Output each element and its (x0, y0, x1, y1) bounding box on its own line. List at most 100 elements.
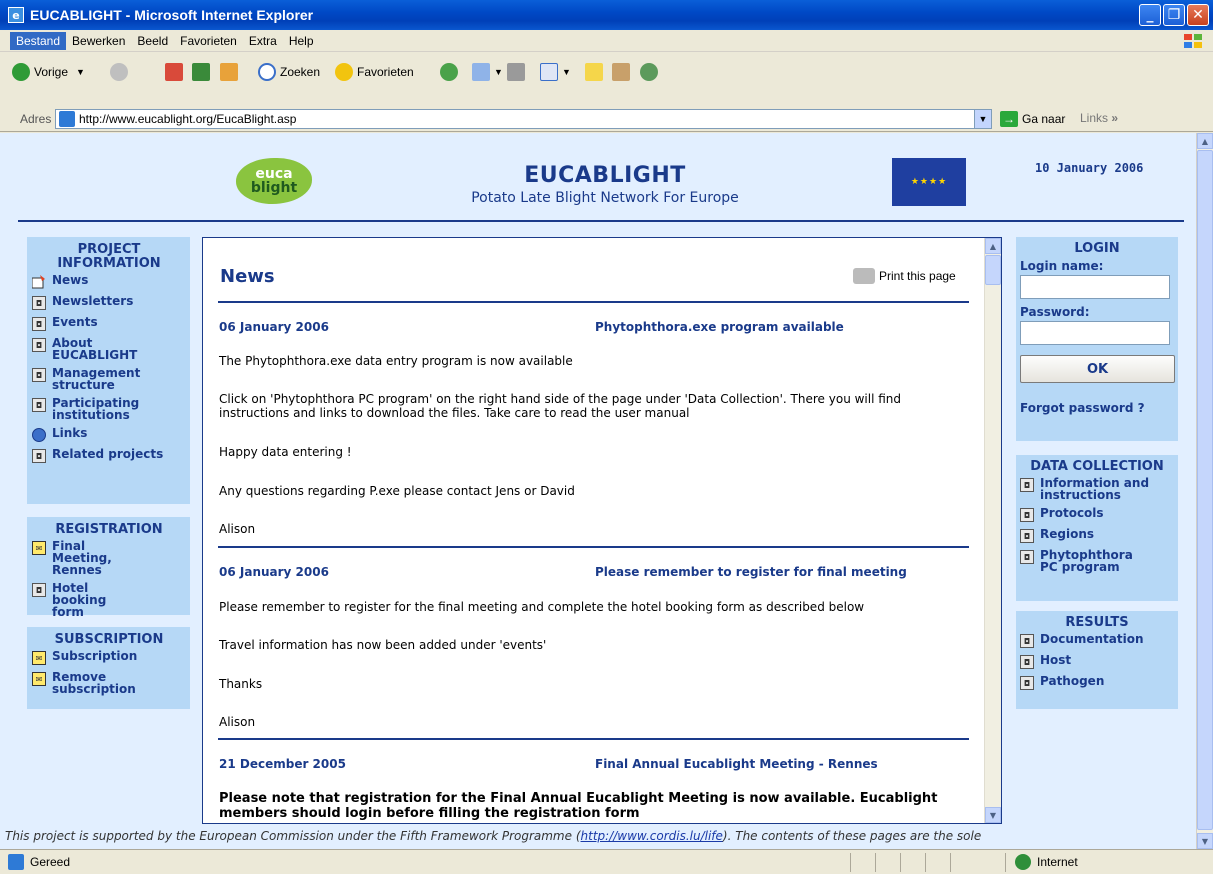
notes-icon (585, 63, 603, 81)
scroll-down-icon[interactable]: ▼ (985, 807, 1001, 823)
printer-icon (853, 268, 875, 284)
nav-links[interactable]: Links (32, 427, 186, 442)
envelope-icon: ✉ (32, 541, 46, 555)
nav-documentation[interactable]: ◘ Documentation (1020, 633, 1174, 648)
minimize-button[interactable]: _ (1139, 4, 1161, 26)
login-panel: LOGIN Login name: Password: OK Forgot pa… (1016, 237, 1178, 441)
back-arrow-icon (12, 63, 30, 81)
nav-subscription[interactable]: ✉ Subscription (32, 650, 186, 665)
nav-participating-institutions[interactable]: ◘ Participating institutions (32, 397, 186, 421)
nav-management-structure[interactable]: ◘ Management structure (32, 367, 186, 391)
page-scrollbar[interactable]: ▲ ▼ (1196, 133, 1213, 849)
menu-beeld[interactable]: Beeld (131, 32, 174, 50)
document-icon: ◘ (32, 338, 46, 352)
panel-title: LOGIN (1074, 241, 1120, 256)
nav-hotel-booking[interactable]: ◘ Hotel booking form (32, 582, 186, 618)
window-title: EUCABLIGHT - Microsoft Internet Explorer (30, 7, 314, 23)
nav-protocols[interactable]: ◘ Protocols (1020, 507, 1174, 522)
web-page: euca blight EUCABLIGHT Potato Late Bligh… (0, 133, 1196, 849)
print-toolbar-button[interactable] (507, 63, 529, 81)
links-toolbar[interactable]: Links » (1080, 111, 1118, 125)
close-button[interactable]: ✕ (1187, 4, 1209, 26)
panel-title: RESULTS (1065, 615, 1129, 630)
mail-button[interactable]: ▼ (472, 63, 503, 81)
forgot-password-link[interactable]: Forgot password ? (1020, 401, 1174, 415)
forward-button[interactable] (110, 63, 132, 81)
password-input[interactable] (1020, 321, 1170, 345)
print-page-link[interactable]: Print this page (853, 268, 956, 284)
panel-title: DATA COLLECTION (1030, 459, 1164, 474)
address-input[interactable]: http://www.eucablight.org/EucaBlight.asp… (55, 109, 992, 129)
envelope-icon: ✉ (32, 672, 46, 686)
forward-arrow-icon (110, 63, 128, 81)
nav-phytophthora-program[interactable]: ◘ Phytophthora PC program (1020, 549, 1174, 573)
news-paragraph: Alison (219, 522, 256, 536)
menu-bar: Bestand Bewerken Beeld Favorieten Extra … (0, 30, 1213, 52)
scroll-down-icon[interactable]: ▼ (1197, 833, 1213, 849)
nav-events[interactable]: ◘ Events (32, 316, 186, 331)
back-button[interactable]: Vorige ▼ (12, 63, 85, 81)
menu-favorieten[interactable]: Favorieten (174, 32, 243, 50)
menu-bewerken[interactable]: Bewerken (66, 32, 131, 50)
ok-button[interactable]: OK (1020, 355, 1175, 383)
refresh-button[interactable] (192, 63, 214, 81)
nav-news[interactable]: News (32, 274, 186, 289)
menu-help[interactable]: Help (283, 32, 320, 50)
eucablight-logo[interactable]: euca blight (236, 158, 312, 204)
window-title-bar: e EUCABLIGHT - Microsoft Internet Explor… (0, 0, 1213, 30)
scroll-up-icon[interactable]: ▲ (985, 238, 1001, 254)
scroll-thumb[interactable] (985, 255, 1001, 285)
news-paragraph: Please remember to register for the fina… (219, 600, 865, 614)
edit-button[interactable]: ▼ (540, 63, 571, 81)
favorites-button[interactable]: Favorieten (335, 63, 414, 81)
subscription-panel: SUBSCRIPTION ✉ Subscription ✉ Remove sub… (27, 627, 190, 709)
notes-button[interactable] (585, 63, 607, 81)
news-icon (32, 275, 46, 289)
news-content-frame[interactable]: News Print this page 06 January 2006 Phy… (202, 237, 1002, 824)
news-title: Please remember to register for final me… (595, 565, 907, 579)
menu-bestand[interactable]: Bestand (10, 31, 67, 50)
eu-flag-icon: ★★★★ (892, 158, 966, 206)
results-panel: RESULTS ◘ Documentation ◘ Host ◘ Pathoge… (1016, 611, 1178, 709)
home-button[interactable] (220, 63, 242, 81)
nav-pathogen[interactable]: ◘ Pathogen (1020, 675, 1174, 690)
book-icon (612, 63, 630, 81)
login-name-input[interactable] (1020, 275, 1170, 299)
chevron-down-icon[interactable]: ▼ (974, 110, 991, 128)
document-icon: ◘ (1020, 676, 1034, 690)
go-button[interactable]: → Ga naar (1000, 111, 1065, 127)
nav-remove-subscription[interactable]: ✉ Remove subscription (32, 671, 186, 695)
nav-information-instructions[interactable]: ◘ Information and instructions (1020, 477, 1174, 501)
research-button[interactable] (612, 63, 634, 81)
news-paragraph: Happy data entering ! (219, 445, 352, 459)
document-icon: ◘ (32, 296, 46, 310)
nav-related-projects[interactable]: ◘ Related projects (32, 448, 186, 463)
news-scrollbar[interactable]: ▲ ▼ (984, 238, 1001, 823)
document-icon: ◘ (1020, 478, 1034, 492)
document-icon: ◘ (32, 449, 46, 463)
messenger-button[interactable] (640, 63, 662, 81)
news-title: Phytophthora.exe program available (595, 320, 844, 334)
nav-host[interactable]: ◘ Host (1020, 654, 1174, 669)
nav-final-meeting[interactable]: ✉ Final Meeting, Rennes (32, 540, 186, 576)
maximize-button[interactable]: ❐ (1163, 4, 1185, 26)
search-button[interactable]: Zoeken (258, 63, 320, 81)
data-collection-panel: DATA COLLECTION ◘ Information and instru… (1016, 455, 1178, 601)
nav-about[interactable]: ◘ About EUCABLIGHT (32, 337, 186, 361)
cordis-link[interactable]: http://www.cordis.lu/life (581, 829, 723, 843)
stop-icon (165, 63, 183, 81)
toolbar: Vorige ▼ Zoeken Favorieten ▼ ▼ (0, 53, 1213, 107)
divider (218, 546, 969, 548)
document-icon: ◘ (1020, 550, 1034, 564)
nav-newsletters[interactable]: ◘ Newsletters (32, 295, 186, 310)
history-button[interactable] (440, 63, 462, 81)
stop-button[interactable] (165, 63, 187, 81)
search-icon (258, 63, 276, 81)
menu-extra[interactable]: Extra (243, 32, 283, 50)
page-icon (59, 111, 75, 127)
scroll-up-icon[interactable]: ▲ (1197, 133, 1213, 149)
scroll-thumb[interactable] (1197, 150, 1213, 830)
news-date: 06 January 2006 (219, 320, 329, 334)
nav-regions[interactable]: ◘ Regions (1020, 528, 1174, 543)
ie-icon: e (8, 7, 24, 23)
